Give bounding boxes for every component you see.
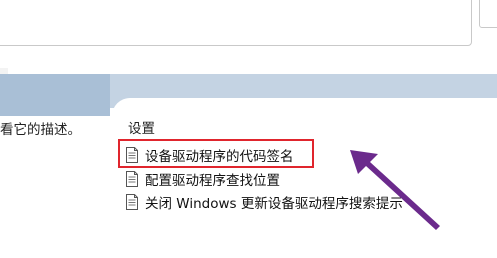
left-header-band <box>0 74 110 116</box>
policy-item-label: 配置驱动程序查找位置 <box>145 173 280 189</box>
policy-item-driver-search-location[interactable]: 配置驱动程序查找位置 <box>125 169 280 189</box>
top-input-edge <box>0 0 472 46</box>
document-icon <box>126 171 138 187</box>
description-text: 看它的描述。 <box>0 122 81 138</box>
settings-column-header[interactable]: 设置 <box>128 117 155 137</box>
document-icon <box>126 194 138 210</box>
arrow-pointer-icon <box>350 150 440 230</box>
top-region <box>0 0 497 68</box>
top-right-control[interactable] <box>479 0 497 28</box>
highlight-box <box>118 139 314 168</box>
